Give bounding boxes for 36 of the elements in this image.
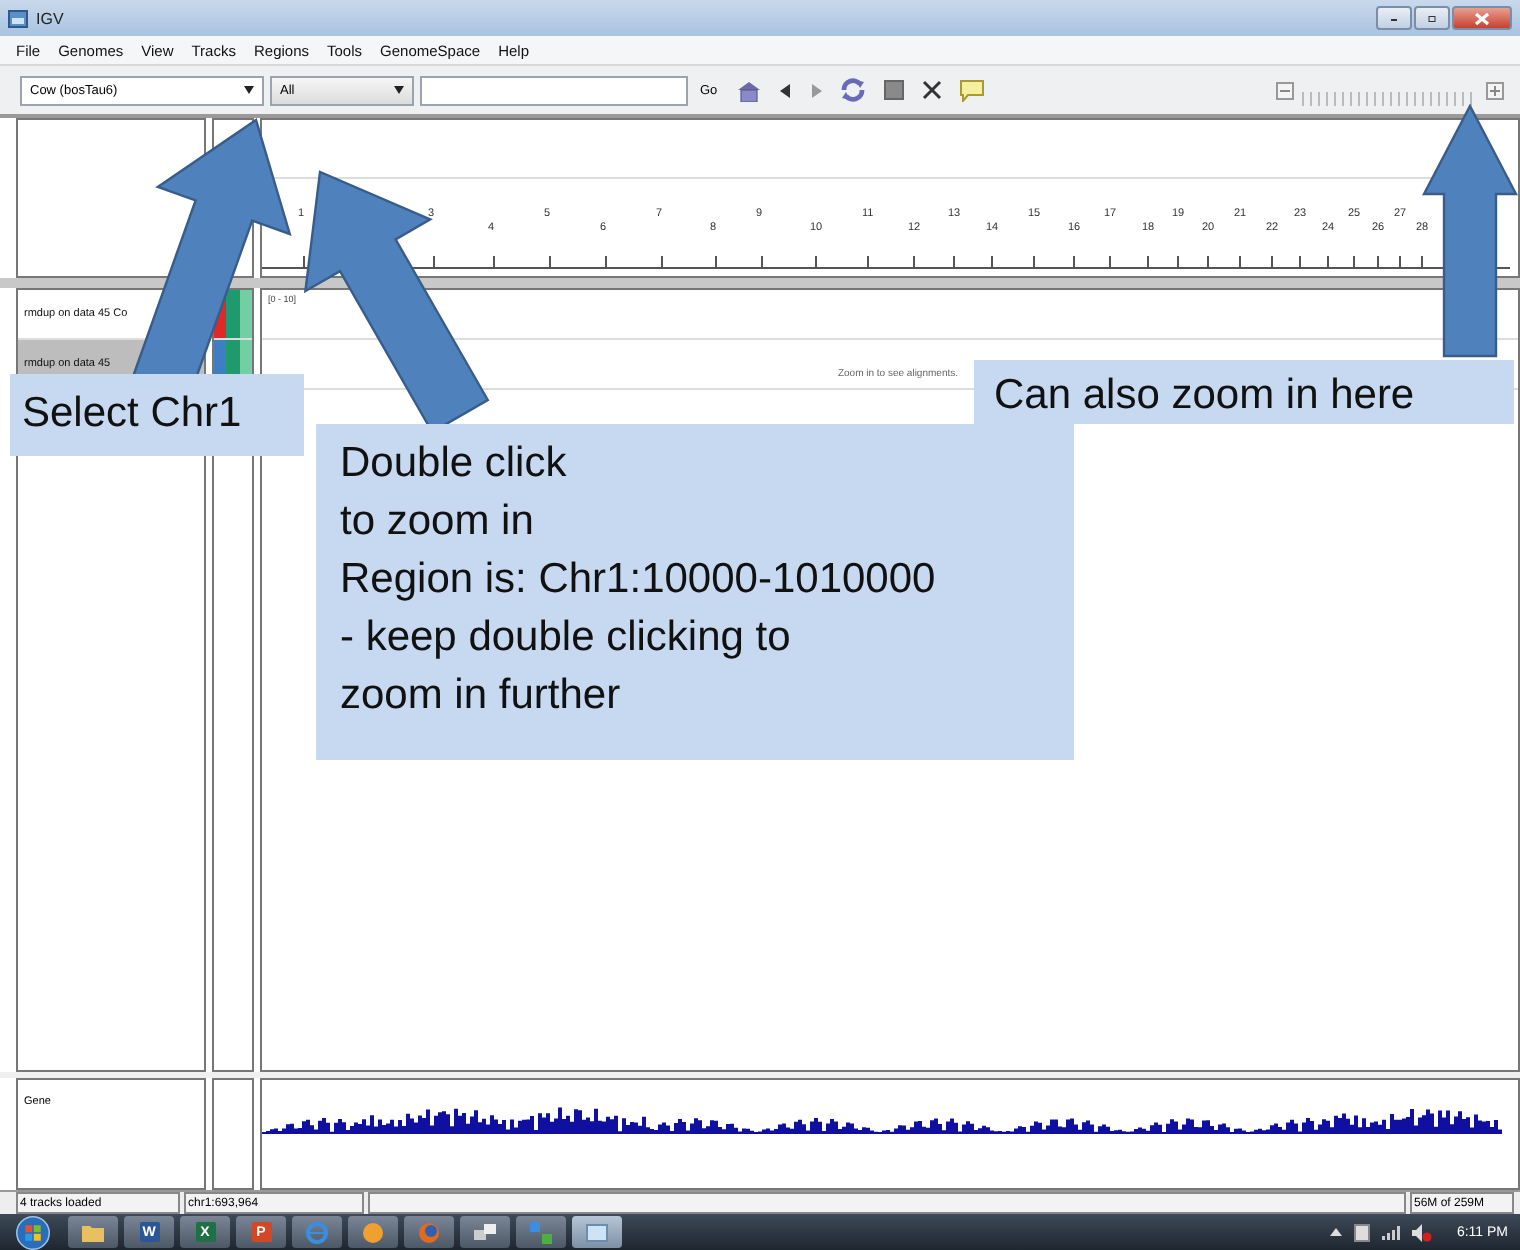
zoom-out-button[interactable] (1276, 81, 1294, 99)
orb-icon (362, 1221, 384, 1243)
window-icon (586, 1221, 608, 1243)
taskbar-button[interactable] (516, 1216, 566, 1248)
speaker-icon[interactable] (1412, 1223, 1433, 1241)
home-icon[interactable] (735, 79, 762, 101)
signal-icon[interactable] (1382, 1225, 1401, 1239)
tiles-icon (530, 1221, 552, 1243)
close-icon (1474, 11, 1490, 25)
caret-icon (244, 86, 254, 94)
speech-bubble-icon[interactable] (959, 79, 984, 101)
globe-icon (306, 1221, 328, 1243)
maximize-button[interactable] (1414, 6, 1450, 30)
taskbar-button[interactable] (572, 1216, 622, 1248)
zoom-in-button[interactable] (1486, 81, 1504, 99)
maximize-icon (1428, 11, 1436, 25)
callout-note: Can also zoom in here (974, 360, 1514, 424)
folder-icon (82, 1221, 104, 1243)
callout-note: Double click to zoom in Region is: Chr1:10000-1010000 - keep double clicking to zoom in further (316, 424, 1074, 760)
minimize-button[interactable] (1376, 6, 1412, 30)
window-title: IGV (36, 9, 64, 27)
taskbar-button[interactable] (460, 1216, 510, 1248)
taskbar-button[interactable] (348, 1216, 398, 1248)
app-icon (8, 9, 28, 27)
forward-icon[interactable] (809, 83, 822, 97)
start-button[interactable] (16, 1215, 50, 1249)
back-icon[interactable] (779, 83, 792, 97)
taskbar-button[interactable] (68, 1216, 118, 1248)
caret-icon (394, 86, 404, 94)
square-icon[interactable] (883, 80, 904, 100)
refresh-icon[interactable] (839, 78, 866, 102)
close-button[interactable] (1452, 6, 1512, 30)
caret-icon[interactable] (1330, 1228, 1343, 1236)
attribute-panel (212, 1078, 254, 1190)
locus-field[interactable] (420, 75, 688, 105)
callout-note: Select Chr1 (10, 374, 304, 456)
